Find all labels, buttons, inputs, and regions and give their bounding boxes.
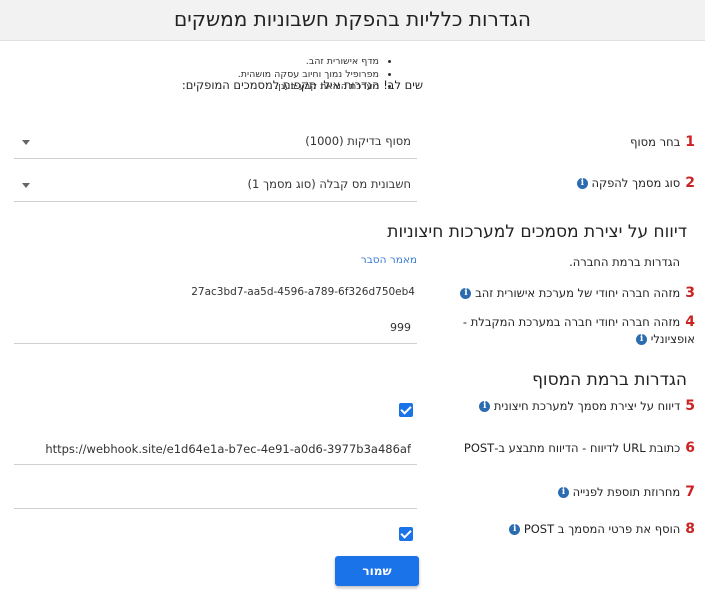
notice-bullet: מפרופיל נמוך וחיוב עסקה מושהית. [238,69,379,82]
step-number: 4 [685,314,695,330]
gold-company-id-label-row: 3 מזהה חברה יחודי של מערכת אישורית זהב i [457,285,695,301]
add-doc-details-label-row: 8 הוסף את פרטי המסמך ב POST i [506,521,695,537]
webhook-url-value: https://webhook.site/e1d64e1a-b7ec-4e91-… [45,442,411,456]
notice-bullet-list: מדף אישורית זהב. מפרופיל נמוך וחיוב עסקה… [238,56,395,94]
report-external-label-row: 5 דיווח על יצירת מסמך למערכת חיצונית i [476,398,695,414]
external-section-title: דיווח על יצירת מסמכים למערכות חיצוניות [387,222,687,242]
doc-type-select[interactable]: חשבונית מס קבלה (סוג מסמך 1) [14,171,417,202]
webhook-url-input[interactable]: https://webhook.site/e1d64e1a-b7ec-4e91-… [14,436,417,465]
chevron-down-icon [22,140,30,145]
info-icon[interactable]: i [636,334,648,345]
terminal-select[interactable]: מסוף בדיקות (1000) [14,128,417,159]
gold-company-id-value: 27ac3bd7-aa5d-4596-a789-6f326d750eb4 [191,286,415,298]
webhook-url-label-row: 6 כתובת URL לדיווח - הדיווח מתבצע ב-POST [464,440,695,456]
step-number: 1 [685,134,695,150]
info-icon[interactable]: i [460,288,472,299]
gold-company-id-label: מזהה חברה יחודי של מערכת אישורית זהב [475,286,681,300]
terminal-label-row: 1 בחר מסוף [630,134,695,150]
receiving-company-id-label-optional: אופציונלי [650,332,695,346]
step-number: 7 [685,484,695,500]
doc-type-label: סוג מסמך להפקה [591,176,681,190]
info-icon[interactable]: i [576,178,588,189]
terminal-label: בחר מסוף [630,135,681,149]
step-number: 5 [685,398,695,414]
receiving-company-id-value: 999 [390,321,411,334]
terminal-select-value: מסוף בדיקות (1000) [305,134,411,148]
add-doc-details-label: הוסף את פרטי המסמך ב POST [523,522,681,536]
receiving-company-id-label-row: 4 מזהה חברה יחודי חברה במערכת המקבלת - או… [463,314,695,348]
info-icon[interactable]: i [479,401,491,412]
receiving-company-id-input[interactable]: 999 [14,315,417,344]
step-number: 3 [685,285,695,301]
chevron-down-icon [22,183,30,188]
notice-bullet: מערכת הוראת קבע בענן. [238,81,379,94]
doc-type-label-row: 2 סוג מסמך להפקה i [574,175,695,191]
step-number: 6 [685,440,695,456]
report-external-label: דיווח על יצירת מסמך למערכת חיצונית [493,399,681,413]
receiving-company-id-label: מזהה חברה יחודי חברה במערכת המקבלת - [462,315,681,329]
doc-type-select-value: חשבונית מס קבלה (סוג מסמך 1) [247,177,412,191]
save-button[interactable]: שמור [335,556,419,586]
report-external-checkbox[interactable] [399,403,413,417]
terminal-section-title: הגדרות ברמת המסוף [532,370,687,390]
page-header: הגדרות כלליות בהפקת חשבוניות ממשקים [0,0,705,41]
info-icon[interactable]: i [557,487,569,498]
explain-article-link[interactable]: מאמר הסבר [361,254,417,266]
prefix-string-label: מחרוזת תוספת לפנייה [572,485,681,499]
info-icon[interactable]: i [509,524,521,535]
prefix-string-label-row: 7 מחרוזת תוספת לפנייה i [555,484,695,500]
company-level-text: הגדרות ברמת החברה. [569,255,680,269]
step-number: 2 [685,175,695,191]
webhook-url-label: כתובת URL לדיווח - הדיווח מתבצע ב-POST [463,441,681,455]
add-doc-details-checkbox[interactable] [399,527,413,541]
notice-bullet: מדף אישורית זהב. [238,56,379,69]
step-number: 8 [685,521,695,537]
page-title: הגדרות כלליות בהפקת חשבוניות ממשקים [174,7,531,31]
prefix-string-input[interactable] [14,480,417,509]
